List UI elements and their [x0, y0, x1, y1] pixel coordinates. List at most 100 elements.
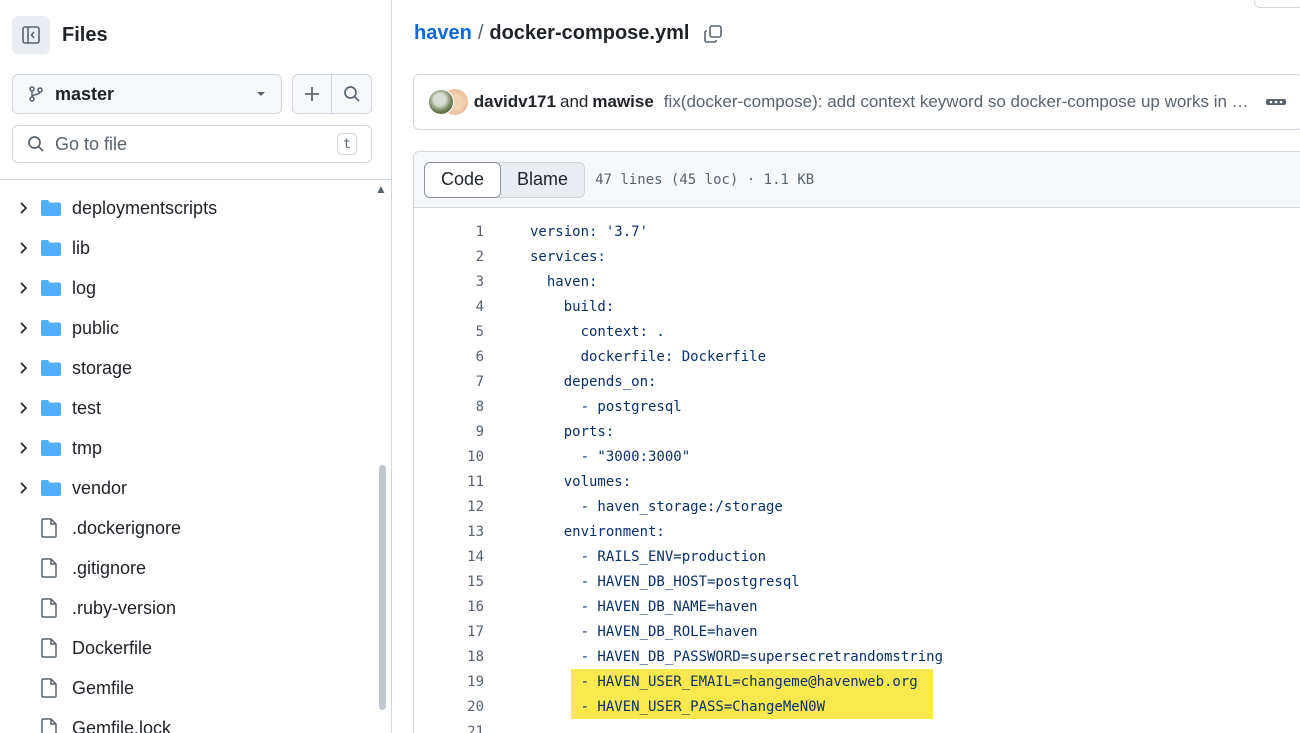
tree-folder-item[interactable]: storage: [0, 348, 378, 388]
line-number[interactable]: 14: [414, 549, 484, 565]
code-viewer-header: Code Blame 47 lines (45 loc) · 1.1 KB: [414, 152, 1300, 208]
folder-icon: [40, 279, 64, 297]
sidebar-scrollbar[interactable]: [379, 465, 386, 710]
code-line: 9 ports:: [414, 419, 1300, 444]
line-number[interactable]: 16: [414, 599, 484, 615]
folder-icon: [40, 479, 64, 497]
line-content: dockerfile: Dockerfile: [530, 348, 767, 365]
line-number[interactable]: 11: [414, 474, 484, 490]
caret-down-icon: [257, 92, 265, 96]
latest-commit-bar: davidv171 and mawise fix(docker-compose): …: [413, 74, 1300, 130]
breadcrumb-separator: /: [477, 22, 484, 44]
line-content: ports:: [530, 423, 615, 440]
breadcrumb: haven / docker-compose.yml: [414, 22, 723, 45]
file-icon: [40, 718, 64, 733]
line-number[interactable]: 10: [414, 449, 484, 465]
commit-message-link[interactable]: fix(docker-compose): add context keyword…: [664, 92, 1250, 112]
line-content: - RAILS_ENV=production: [530, 548, 767, 565]
tree-file-item[interactable]: .dockerignore: [0, 508, 378, 548]
line-content: build:: [530, 298, 615, 315]
line-content: - HAVEN_DB_HOST=postgresql: [530, 573, 800, 590]
line-number[interactable]: 17: [414, 624, 484, 640]
author-avatars[interactable]: [428, 88, 468, 116]
code-line: 1 version: '3.7': [414, 219, 1300, 244]
line-content: - HAVEN_DB_PASSWORD=supersecretrandomstr…: [530, 648, 944, 665]
collapse-sidebar-button[interactable]: [12, 16, 50, 54]
line-content: - HAVEN_USER_EMAIL=changeme@havenweb.org: [530, 673, 918, 690]
line-number[interactable]: 6: [414, 349, 484, 365]
commit-details-button[interactable]: [1264, 92, 1288, 112]
chevron-right-icon: [13, 481, 33, 495]
line-content: - postgresql: [530, 398, 682, 415]
tree-item-label: .gitignore: [72, 557, 147, 578]
search-code-button[interactable]: [332, 74, 372, 114]
tree-file-item[interactable]: .ruby-version: [0, 588, 378, 628]
code-line: 15 - HAVEN_DB_HOST=postgresql: [414, 569, 1300, 594]
code-lines: 1 version: '3.7' 2 services: 3 haven: 4 build…: [414, 219, 1300, 733]
tree-file-item[interactable]: Dockerfile: [0, 628, 378, 668]
line-content: - "3000:3000": [530, 448, 691, 465]
line-number[interactable]: 21: [414, 724, 484, 733]
tree-folder-item[interactable]: test: [0, 388, 378, 428]
tree-item-label: tmp: [72, 437, 103, 458]
commit-author-link[interactable]: mawise: [592, 92, 653, 111]
folder-icon: [40, 199, 64, 217]
add-file-button[interactable]: [292, 74, 332, 114]
tree-folder-item[interactable]: tmp: [0, 428, 378, 468]
top-right-button-edge[interactable]: [1254, 0, 1300, 8]
go-to-file-placeholder: Go to file: [55, 133, 128, 154]
line-content: context: .: [530, 323, 665, 340]
tab-blame[interactable]: Blame: [501, 163, 584, 197]
go-to-file-input[interactable]: Go to file t: [12, 125, 372, 163]
tree-file-item[interactable]: .gitignore: [0, 548, 378, 588]
sidebar-action-group: [292, 74, 372, 114]
file-icon: [40, 558, 64, 578]
code-line: 20 - HAVEN_USER_PASS=ChangeMeN0W: [414, 694, 1300, 719]
line-number[interactable]: 9: [414, 424, 484, 440]
copy-path-button[interactable]: [703, 24, 723, 44]
code-line: 21: [414, 719, 1300, 733]
avatar: [428, 89, 454, 115]
line-number[interactable]: 8: [414, 399, 484, 415]
kebab-horizontal-icon: [1266, 99, 1287, 105]
line-number[interactable]: 2: [414, 249, 484, 265]
code-line: 19 - HAVEN_USER_EMAIL=changeme@havenweb.…: [414, 669, 1300, 694]
line-number[interactable]: 1: [414, 224, 484, 240]
code-line: 13 environment:: [414, 519, 1300, 544]
git-branch-icon: [29, 86, 43, 102]
line-number[interactable]: 7: [414, 374, 484, 390]
file-view: haven / docker-compose.yml davidv171 and m…: [393, 0, 1300, 733]
line-content: haven:: [530, 273, 598, 290]
line-number[interactable]: 4: [414, 299, 484, 315]
tree-folder-item[interactable]: deploymentscripts: [0, 188, 378, 228]
plus-icon: [305, 87, 319, 101]
sidebar-header: Files: [12, 16, 108, 54]
tree-folder-item[interactable]: public: [0, 308, 378, 348]
tree-file-item[interactable]: Gemfile.lock: [0, 708, 378, 733]
breadcrumb-repo-link[interactable]: haven: [414, 22, 472, 45]
line-number[interactable]: 12: [414, 499, 484, 515]
line-number[interactable]: 5: [414, 324, 484, 340]
commit-author-link[interactable]: davidv171: [474, 92, 556, 111]
tree-item-label: lib: [72, 237, 91, 258]
file-tree-sidebar: Files master Go to file t ▲ deploymentsc…: [0, 0, 392, 733]
tab-code[interactable]: Code: [424, 161, 502, 198]
tree-file-item[interactable]: Gemfile: [0, 668, 378, 708]
line-number[interactable]: 13: [414, 524, 484, 540]
line-number[interactable]: 19: [414, 674, 484, 690]
tree-folder-item[interactable]: lib: [0, 228, 378, 268]
folder-icon: [40, 359, 64, 377]
line-number[interactable]: 18: [414, 649, 484, 665]
tree-folder-item[interactable]: vendor: [0, 468, 378, 508]
commit-authors: davidv171 and mawise: [474, 92, 654, 112]
line-number[interactable]: 15: [414, 574, 484, 590]
tree-item-label: test: [72, 397, 102, 418]
shortcut-key-hint: t: [337, 133, 357, 155]
tree-folder-item[interactable]: log: [0, 268, 378, 308]
line-content: version: '3.7': [530, 223, 649, 240]
line-number[interactable]: 3: [414, 274, 484, 290]
line-number[interactable]: 20: [414, 699, 484, 715]
branch-selector[interactable]: master: [12, 74, 282, 114]
code-line: 11 volumes:: [414, 469, 1300, 494]
code-line: 18 - HAVEN_DB_PASSWORD=supersecretrandom…: [414, 644, 1300, 669]
